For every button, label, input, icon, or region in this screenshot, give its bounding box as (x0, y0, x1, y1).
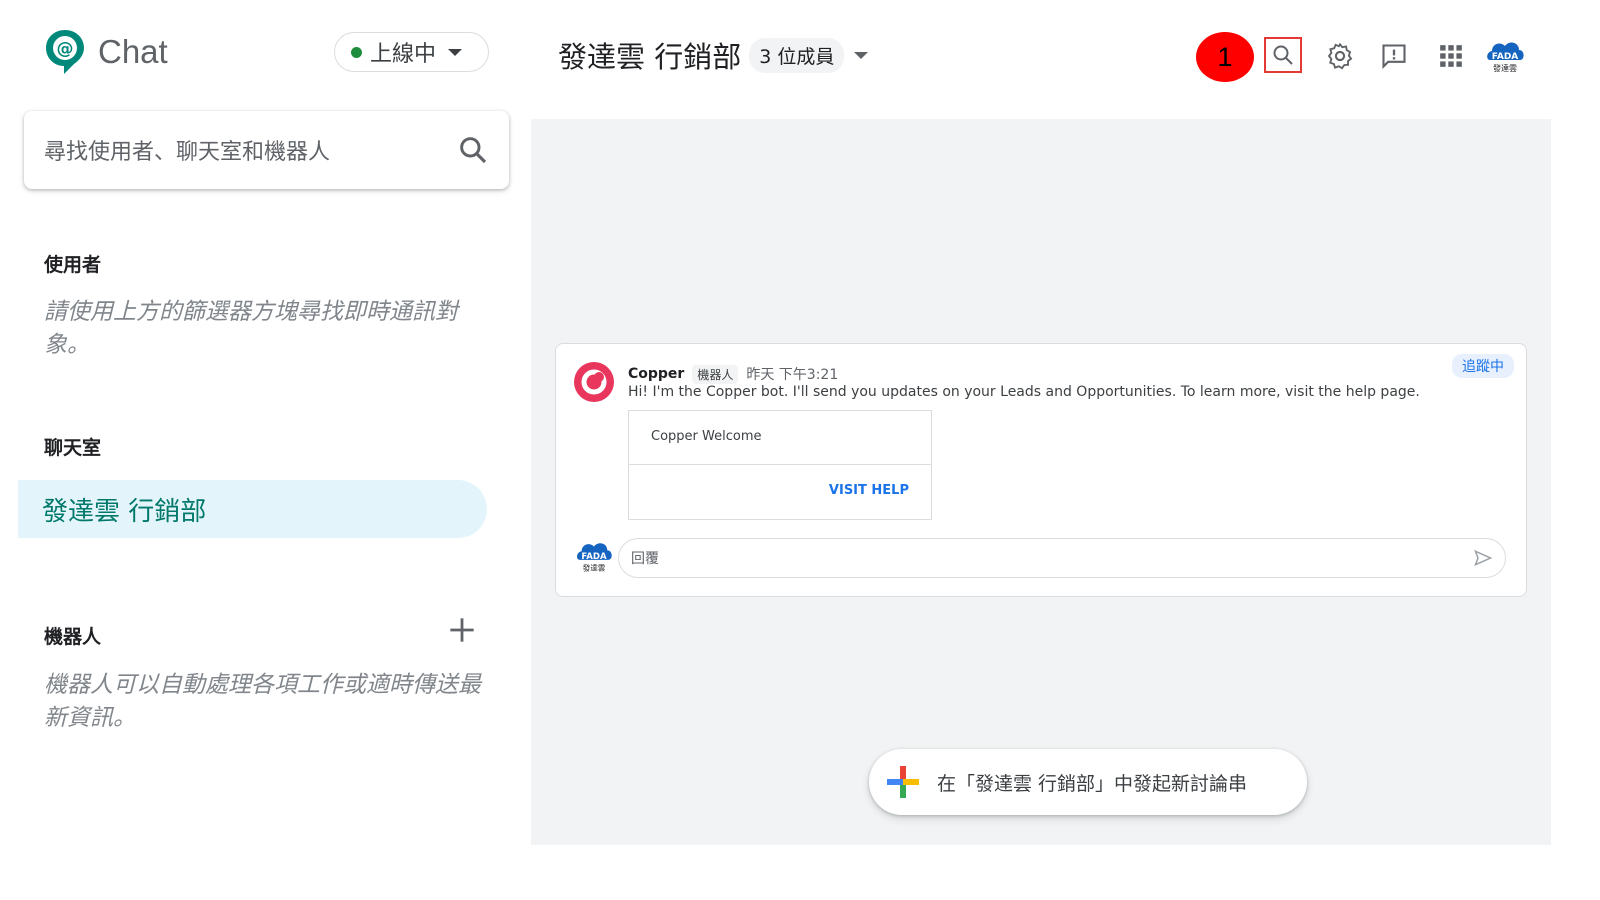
feedback-button[interactable] (1376, 38, 1412, 74)
online-dot-icon (351, 46, 362, 58)
apps-button[interactable] (1433, 38, 1469, 74)
message-thread-card: Copper 機器人 昨天 下午3:21 追蹤中 Hi! I'm the Cop… (555, 343, 1527, 597)
sidebar-item-label: 發達雲 行銷部 (42, 496, 207, 527)
search-icon[interactable] (457, 134, 489, 166)
chat-logo[interactable]: @ Chat (44, 28, 168, 76)
google-chat-logo-icon: @ (46, 30, 84, 74)
visit-help-button[interactable]: VISIT HELP (629, 465, 931, 516)
sidebar-item-room[interactable]: 發達雲 行銷部 (18, 480, 487, 538)
chevron-down-icon[interactable] (854, 51, 869, 59)
add-bot-plus-icon[interactable] (448, 616, 476, 644)
settings-gear-icon (1327, 42, 1353, 70)
current-user-avatar: FADA 發達雲 (577, 543, 612, 572)
new-thread-label: 在「發達雲 行銷部」中發起新討論串 (937, 772, 1248, 795)
send-icon[interactable] (1473, 548, 1493, 568)
follow-thread-button[interactable]: 追蹤中 (1452, 354, 1514, 378)
svg-text:@: @ (57, 39, 74, 59)
colored-plus-icon (887, 766, 919, 798)
new-thread-button[interactable]: 在「發達雲 行銷部」中發起新討論串 (869, 749, 1307, 815)
room-header[interactable]: 發達雲 行銷部 3 位成員 (558, 34, 869, 76)
svg-text:FADA: FADA (581, 552, 607, 562)
search-icon (1273, 45, 1293, 65)
bots-section-title: 機器人 (44, 626, 102, 648)
reply-placeholder: 回覆 (631, 551, 659, 567)
search-input-placeholder[interactable]: 尋找使用者、聊天室和機器人 (44, 134, 457, 166)
account-avatar[interactable]: FADA 發達雲 (1484, 38, 1526, 76)
settings-button[interactable] (1322, 38, 1358, 74)
sidebar-search-field[interactable]: 尋找使用者、聊天室和機器人 (24, 111, 509, 189)
svg-text:發達雲: 發達雲 (1493, 63, 1517, 73)
svg-text:FADA: FADA (1492, 52, 1519, 62)
search-in-room-button[interactable] (1264, 37, 1302, 73)
presence-status-dropdown[interactable]: 上線中 (334, 32, 489, 72)
apps-grid-icon (1440, 45, 1462, 67)
message-text: Hi! I'm the Copper bot. I'll send you up… (628, 384, 1420, 400)
widget-title: Copper Welcome (629, 411, 931, 465)
sender-name[interactable]: Copper (628, 366, 684, 382)
annotation-marker: 1 (1196, 32, 1254, 82)
rooms-section-title: 聊天室 (44, 437, 102, 459)
room-header-title: 發達雲 行銷部 (558, 40, 742, 74)
svg-text:發達雲: 發達雲 (583, 562, 606, 572)
users-section-title: 使用者 (44, 254, 102, 276)
reply-input[interactable]: 回覆 (618, 538, 1506, 578)
member-count-badge[interactable]: 3 位成員 (749, 37, 845, 73)
message-header: Copper 機器人 昨天 下午3:21 (628, 364, 838, 384)
conversation-panel: Copper 機器人 昨天 下午3:21 追蹤中 Hi! I'm the Cop… (531, 119, 1551, 845)
copper-bot-avatar[interactable] (574, 362, 614, 402)
chevron-down-icon (448, 48, 463, 56)
presence-status-label: 上線中 (370, 42, 437, 67)
bot-tag-badge: 機器人 (692, 364, 739, 384)
app-title: Chat (98, 33, 168, 70)
bot-card-widget: Copper Welcome VISIT HELP (628, 410, 932, 520)
message-timestamp: 昨天 下午3:21 (746, 367, 839, 383)
users-section-hint: 請使用上方的篩選器方塊尋找即時通訊對象。 (44, 299, 458, 358)
bots-section-hint: 機器人可以自動處理各項工作或適時傳送最新資訊。 (44, 672, 481, 731)
chat-app: @ Chat 上線中 發達雲 行銷部 3 位成員 1 FADA 發達雲 尋找使用… (0, 0, 1600, 900)
fada-cloud-logo-icon: FADA 發達雲 (1487, 42, 1524, 73)
feedback-icon (1382, 44, 1406, 70)
